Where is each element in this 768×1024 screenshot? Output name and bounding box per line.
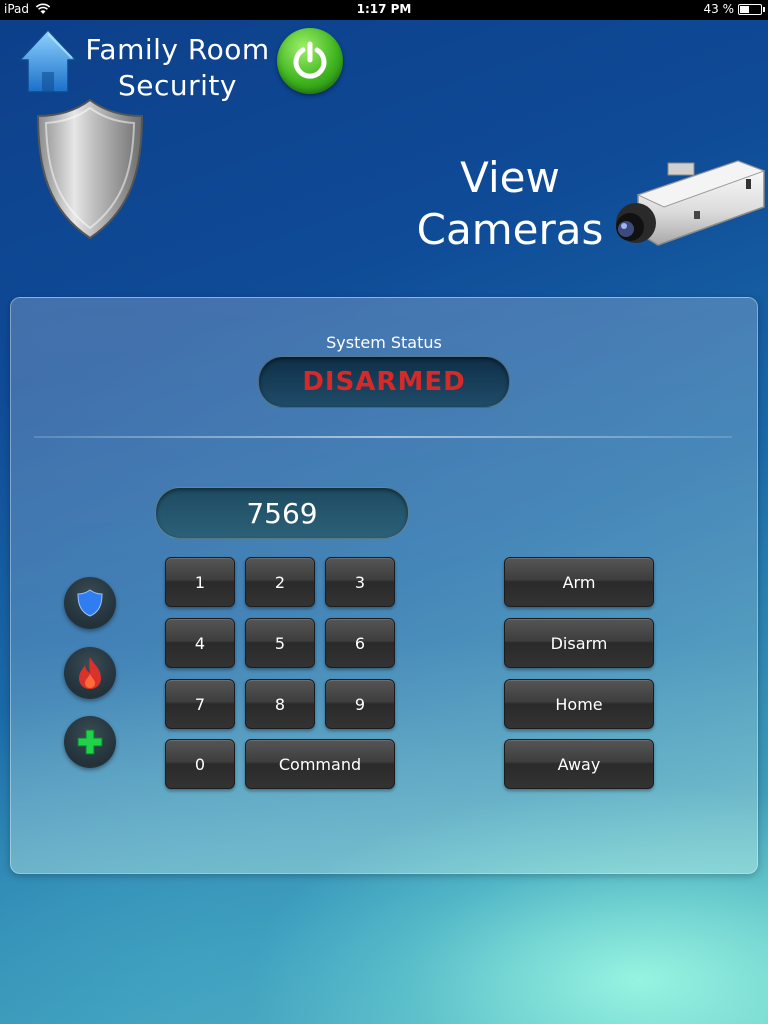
keypad-1[interactable]: 1: [165, 557, 235, 607]
system-status-label: System Status: [326, 333, 442, 352]
view-cameras-button[interactable]: View Cameras: [410, 152, 610, 256]
power-button[interactable]: [277, 28, 343, 94]
keypad-4[interactable]: 4: [165, 618, 235, 668]
police-panic-button[interactable]: [64, 577, 116, 629]
power-icon: [293, 41, 327, 79]
system-status-value: DISARMED: [302, 367, 466, 397]
keypad-7[interactable]: 7: [165, 679, 235, 729]
home-mode-button[interactable]: Home: [504, 679, 654, 729]
keypad-0[interactable]: 0: [165, 739, 235, 789]
away-button[interactable]: Away: [504, 739, 654, 789]
fire-panic-button[interactable]: [64, 647, 116, 699]
arm-button[interactable]: Arm: [504, 557, 654, 607]
divider: [34, 436, 732, 438]
status-bar-time: 1:17 PM: [356, 2, 412, 16]
code-display-value: 7569: [246, 496, 318, 530]
disarm-button[interactable]: Disarm: [504, 618, 654, 668]
code-display: 7569: [155, 487, 409, 539]
view-cameras-line-1: View: [460, 153, 560, 202]
keypad-9[interactable]: 9: [325, 679, 395, 729]
title-line-1: Family Room: [85, 33, 270, 66]
medical-cross-icon: [77, 729, 103, 755]
keypad-6[interactable]: 6: [325, 618, 395, 668]
police-shield-icon: [77, 589, 103, 617]
keypad-8[interactable]: 8: [245, 679, 315, 729]
shield-icon: [36, 98, 144, 240]
medical-panic-button[interactable]: [64, 716, 116, 768]
page-title: Family Room Security: [80, 32, 275, 104]
status-bar-right: 43 %: [703, 2, 765, 16]
keypad-2[interactable]: 2: [245, 557, 315, 607]
system-status-badge: DISARMED: [258, 356, 510, 408]
fire-icon: [79, 657, 101, 689]
security-camera-icon[interactable]: [608, 155, 766, 250]
status-bar: iPad 1:17 PM 43 %: [0, 0, 768, 20]
view-cameras-line-2: Cameras: [416, 205, 604, 254]
keypad-5[interactable]: 5: [245, 618, 315, 668]
command-button[interactable]: Command: [245, 739, 395, 789]
home-icon[interactable]: [18, 26, 78, 96]
battery-fill: [740, 5, 749, 13]
battery-icon: [738, 3, 765, 15]
keypad-3[interactable]: 3: [325, 557, 395, 607]
battery-percent: 43 %: [703, 2, 735, 16]
